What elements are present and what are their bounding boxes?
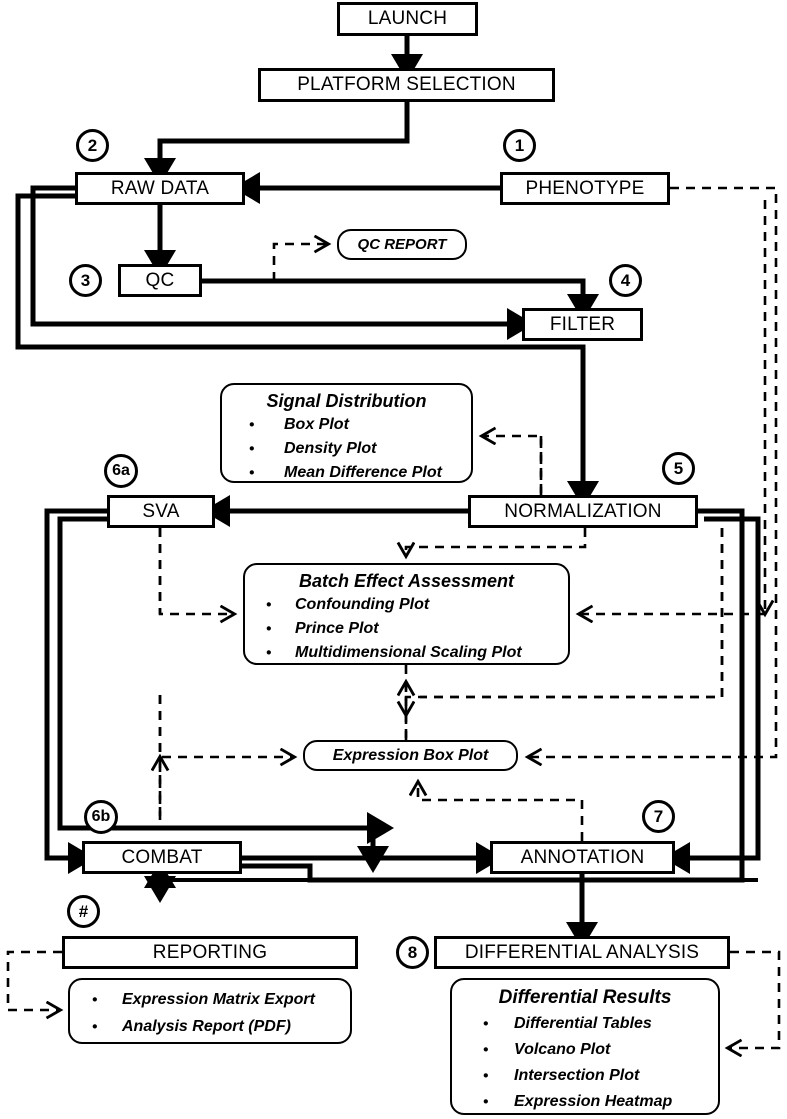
- node-sva-label: SVA: [142, 500, 180, 522]
- bullet-icon: •: [249, 416, 255, 434]
- bullet-icon: •: [483, 1067, 489, 1085]
- node-normalization[interactable]: NORMALIZATION: [468, 495, 698, 528]
- panel-qc-report[interactable]: QC REPORT: [337, 229, 467, 260]
- node-qc-label: QC: [145, 269, 175, 291]
- panel-differential-results[interactable]: Differential Results • Differential Tabl…: [450, 978, 720, 1115]
- marker-hash: #: [67, 895, 100, 928]
- list-item: • Differential Tables: [452, 1011, 718, 1037]
- node-phenotype[interactable]: PHENOTYPE: [500, 172, 670, 205]
- list-item-label: Multidimensional Scaling Plot: [295, 644, 522, 661]
- panel-reporting-outputs[interactable]: • Expression Matrix Export • Analysis Re…: [68, 978, 352, 1044]
- list-item-label: Analysis Report (PDF): [122, 1018, 291, 1035]
- panel-batch-effect-title: Batch Effect Assessment: [298, 571, 515, 591]
- list-item: • Intersection Plot: [452, 1063, 718, 1089]
- marker-3-label: 3: [80, 270, 91, 290]
- node-launch-label: LAUNCH: [367, 8, 448, 29]
- list-item-label: Intersection Plot: [514, 1067, 640, 1084]
- marker-4: 4: [609, 264, 642, 297]
- marker-hash-label: #: [78, 901, 89, 921]
- bullet-icon: •: [266, 596, 272, 614]
- list-item: • Analysis Report (PDF): [70, 1013, 350, 1040]
- marker-6b: 6b: [84, 800, 118, 834]
- marker-2: 2: [76, 129, 109, 162]
- marker-3: 3: [69, 264, 102, 297]
- marker-6a: 6a: [104, 454, 138, 488]
- node-combat-label: COMBAT: [121, 846, 203, 868]
- panel-expression-box-plot[interactable]: Expression Box Plot: [303, 740, 518, 771]
- list-item: • Multidimensional Scaling Plot: [245, 641, 568, 665]
- list-item: • Confounding Plot: [245, 593, 568, 617]
- marker-7-label: 7: [653, 806, 664, 826]
- node-reporting-label: REPORTING: [152, 941, 268, 963]
- list-item-label: Mean Difference Plot: [284, 464, 442, 481]
- node-differential-analysis[interactable]: DIFFERENTIAL ANALYSIS: [434, 936, 730, 969]
- node-phenotype-label: PHENOTYPE: [525, 177, 645, 199]
- marker-4-label: 4: [620, 270, 631, 290]
- bullet-icon: •: [483, 1041, 489, 1059]
- marker-6b-label: 6b: [91, 808, 111, 825]
- marker-2-label: 2: [87, 135, 98, 155]
- panel-signal-distribution[interactable]: Signal Distribution • Box Plot • Density…: [220, 383, 473, 483]
- list-item-label: Density Plot: [284, 440, 377, 457]
- marker-7: 7: [642, 800, 675, 833]
- list-item: • Box Plot: [222, 413, 471, 437]
- node-raw-data[interactable]: RAW DATA: [75, 172, 245, 205]
- bullet-icon: •: [249, 440, 255, 458]
- bullet-icon: •: [483, 1093, 489, 1111]
- bullet-icon: •: [249, 464, 255, 482]
- bullet-icon: •: [483, 1015, 489, 1033]
- list-item-label: Prince Plot: [295, 620, 379, 637]
- node-filter-label: FILTER: [549, 313, 616, 335]
- flowchart-canvas: LAUNCH PLATFORM SELECTION RAW DATA PHENO…: [0, 0, 787, 1119]
- list-item-label: Volcano Plot: [514, 1041, 611, 1058]
- list-item: • Prince Plot: [245, 617, 568, 641]
- node-launch[interactable]: LAUNCH: [337, 2, 478, 36]
- bullet-icon: •: [266, 620, 272, 638]
- panel-signal-distribution-title: Signal Distribution: [266, 391, 427, 411]
- list-item: • Expression Heatmap: [452, 1089, 718, 1115]
- list-item: • Expression Matrix Export: [70, 986, 350, 1013]
- bullet-icon: •: [266, 644, 272, 662]
- list-item-label: Expression Heatmap: [514, 1093, 673, 1110]
- panel-qc-report-title: QC REPORT: [357, 236, 447, 253]
- node-reporting[interactable]: REPORTING: [62, 936, 358, 969]
- list-item: • Mean Difference Plot: [222, 461, 471, 485]
- marker-8: 8: [396, 936, 429, 969]
- node-combat[interactable]: COMBAT: [82, 841, 242, 874]
- node-normalization-label: NORMALIZATION: [504, 500, 662, 522]
- list-item: • Density Plot: [222, 437, 471, 461]
- node-annotation[interactable]: ANNOTATION: [490, 841, 675, 874]
- marker-1-label: 1: [514, 135, 525, 155]
- bullet-icon: •: [92, 1018, 98, 1035]
- node-platform-selection-label: PLATFORM SELECTION: [297, 74, 516, 95]
- node-platform-selection[interactable]: PLATFORM SELECTION: [258, 68, 555, 102]
- marker-5-label: 5: [673, 458, 684, 478]
- node-sva[interactable]: SVA: [107, 495, 215, 528]
- list-item-label: Expression Matrix Export: [122, 991, 315, 1008]
- node-differential-analysis-label: DIFFERENTIAL ANALYSIS: [464, 941, 700, 963]
- node-annotation-label: ANNOTATION: [520, 846, 645, 868]
- node-filter[interactable]: FILTER: [522, 308, 643, 341]
- marker-6a-label: 6a: [112, 462, 130, 479]
- node-qc[interactable]: QC: [118, 264, 202, 297]
- panel-differential-results-title: Differential Results: [498, 987, 672, 1008]
- node-raw-data-label: RAW DATA: [110, 177, 210, 199]
- list-item: • Volcano Plot: [452, 1037, 718, 1063]
- marker-1: 1: [503, 129, 536, 162]
- marker-5: 5: [662, 452, 695, 485]
- marker-8-label: 8: [407, 942, 418, 962]
- list-item-label: Confounding Plot: [295, 596, 430, 613]
- panel-expression-box-plot-title: Expression Box Plot: [332, 746, 489, 764]
- list-item-label: Differential Tables: [514, 1015, 652, 1032]
- panel-batch-effect-assessment[interactable]: Batch Effect Assessment • Confounding Pl…: [243, 563, 570, 665]
- bullet-icon: •: [92, 991, 98, 1008]
- list-item-label: Box Plot: [284, 416, 349, 433]
